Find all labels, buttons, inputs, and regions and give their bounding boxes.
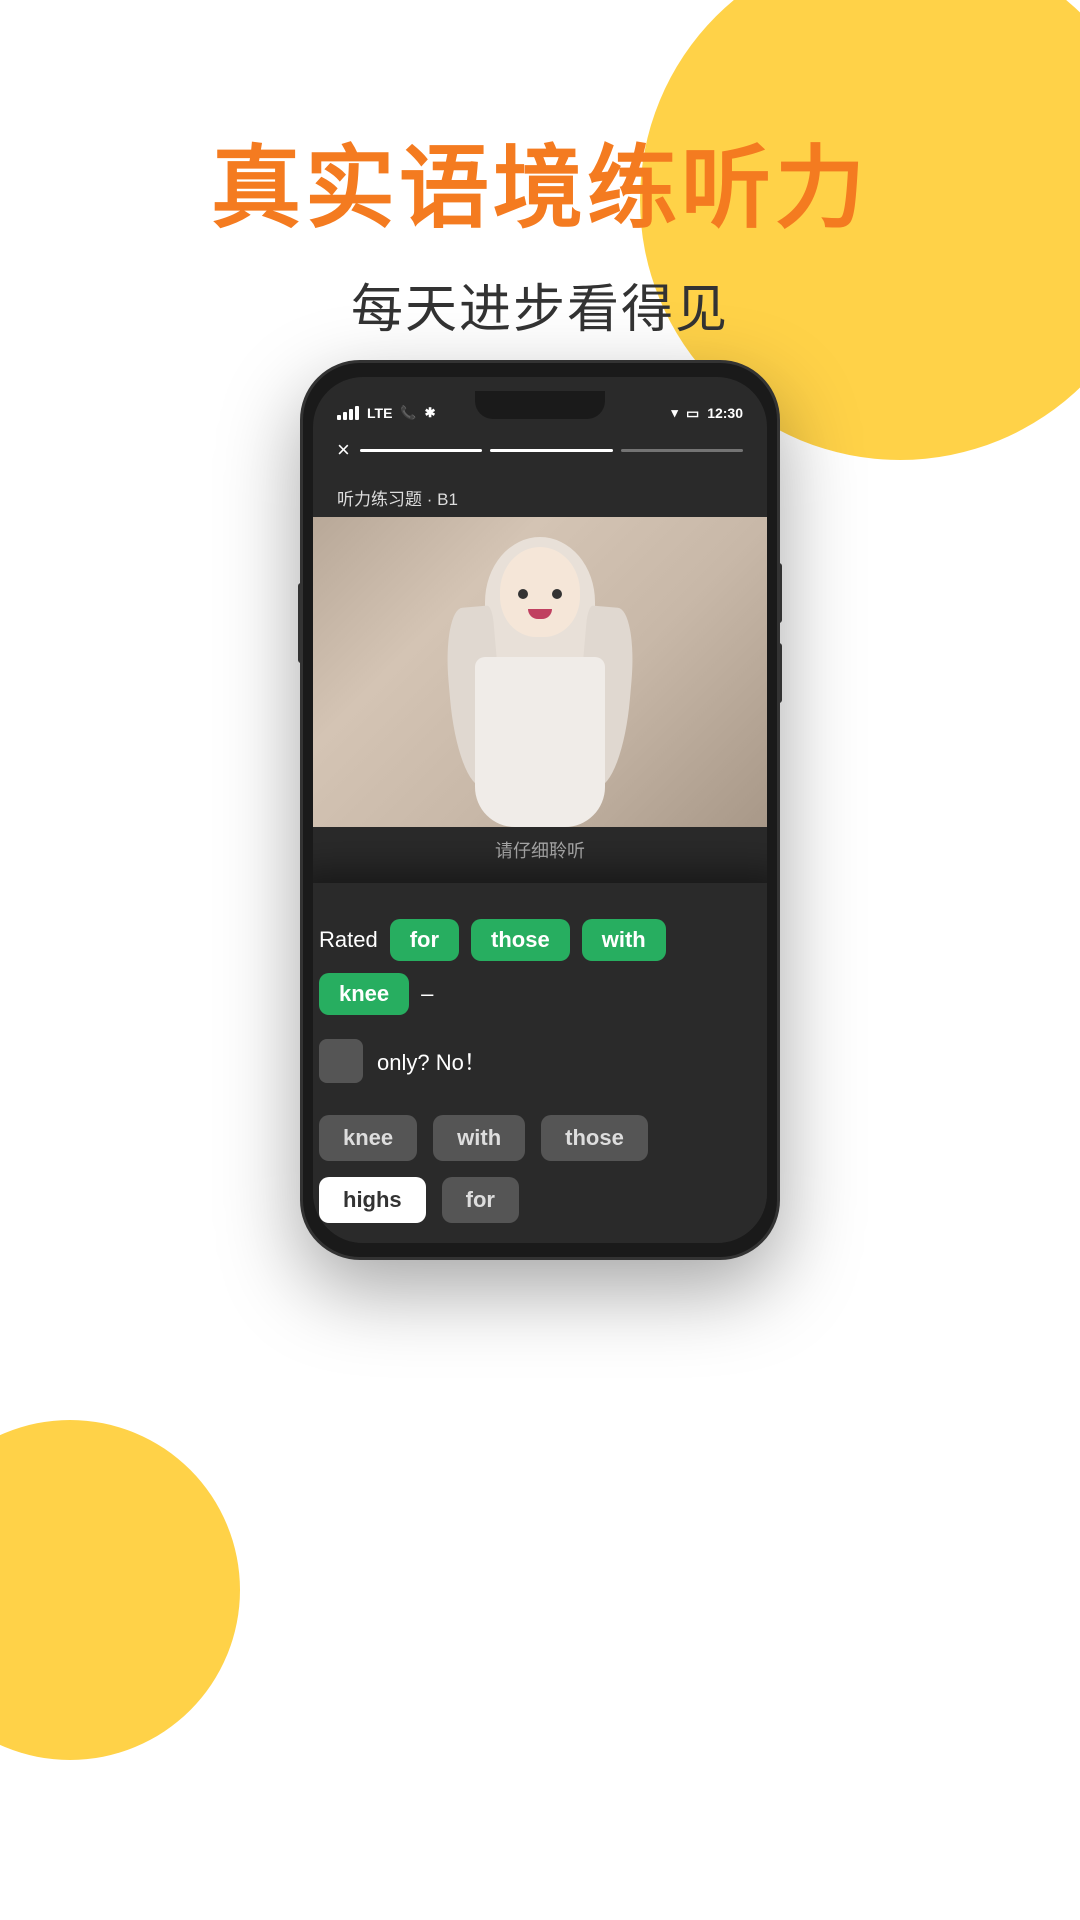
status-left: LTE 📞 ✱ [337, 405, 436, 421]
phone-button-right-top [777, 563, 782, 623]
close-button[interactable]: × [337, 437, 350, 463]
rest-text: only? No！ [377, 1045, 486, 1077]
phone-icon: 📞 [400, 405, 416, 421]
signal-bar-3 [349, 409, 353, 420]
word-options: knee with those highs for [319, 1115, 761, 1223]
chip-knee[interactable]: knee [319, 973, 409, 1015]
signal-label: LTE [367, 405, 392, 421]
chip-with[interactable]: with [582, 919, 666, 961]
main-title: 真实语境练听力 [0, 140, 1080, 239]
wifi-icon: ▾ [671, 405, 678, 421]
phone-button-left [298, 583, 303, 663]
char-eyes [518, 589, 562, 599]
status-right: ▾ ▭ 12:30 [671, 405, 743, 422]
option-with[interactable]: with [433, 1115, 525, 1161]
progress-segment-1 [360, 449, 482, 452]
video-still [313, 517, 767, 827]
sub-title: 每天进步看得见 [0, 267, 1080, 342]
phone-screen: LTE 📞 ✱ ▾ ▭ 12:30 × [313, 377, 767, 1243]
signal-bar-4 [355, 406, 359, 420]
answer-blank[interactable] [319, 1039, 363, 1083]
dash-separator: – [421, 981, 433, 1007]
option-for[interactable]: for [442, 1177, 519, 1223]
rated-label: Rated [319, 927, 378, 953]
char-eye-left [518, 589, 528, 599]
phone-mockup: LTE 📞 ✱ ▾ ▭ 12:30 × [300, 360, 780, 1260]
answer-panel: Rated for those with knee – only? No！ kn… [313, 883, 767, 1243]
progress-bar [360, 449, 743, 452]
listen-instruction: 请仔细聆听 [313, 837, 767, 863]
signal-bar-1 [337, 415, 341, 420]
phone-notch [475, 391, 605, 419]
character-illustration [440, 537, 640, 827]
answer-row-1: Rated for those with knee – [319, 919, 761, 1015]
answer-row-2: only? No！ [319, 1039, 761, 1083]
bluetooth-icon: ✱ [425, 405, 436, 421]
progress-area: × [337, 437, 743, 463]
battery-icon: ▭ [686, 405, 699, 422]
char-lips [528, 609, 552, 619]
signal-bar-2 [343, 412, 347, 420]
exercise-label: 听力练习题 · B1 [337, 485, 458, 510]
signal-icon [337, 406, 359, 420]
option-knee[interactable]: knee [319, 1115, 417, 1161]
chip-for[interactable]: for [390, 919, 459, 961]
phone-frame: LTE 📞 ✱ ▾ ▭ 12:30 × [300, 360, 780, 1260]
char-head [500, 547, 580, 637]
phone-button-right-bottom [777, 643, 782, 703]
video-frame [313, 517, 767, 827]
option-highs[interactable]: highs [319, 1177, 426, 1223]
header-section: 真实语境练听力 每天进步看得见 [0, 0, 1080, 342]
char-body [475, 657, 605, 827]
option-those[interactable]: those [541, 1115, 648, 1161]
time-display: 12:30 [707, 405, 743, 421]
progress-segment-2 [490, 449, 612, 452]
chip-those[interactable]: those [471, 919, 570, 961]
char-eye-right [552, 589, 562, 599]
bg-circle-bottom-left [0, 1420, 240, 1760]
progress-segment-3 [621, 449, 743, 452]
